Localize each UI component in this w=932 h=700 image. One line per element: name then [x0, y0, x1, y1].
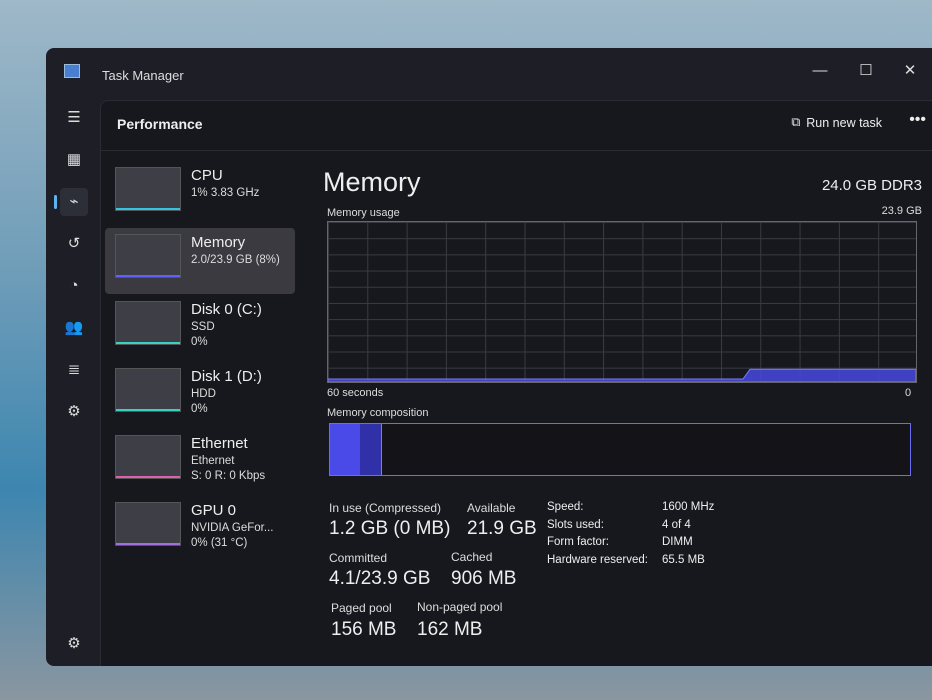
paged-pool-value: 156 MB: [331, 619, 397, 640]
window-title: Task Manager: [102, 68, 184, 83]
resource-detail: SSD: [191, 321, 215, 333]
resource-detail-2: 0%: [191, 403, 208, 415]
run-task-icon: ⧉: [791, 115, 801, 129]
resource-item-cpu[interactable]: CPU 1% 3.83 GHz: [105, 161, 295, 227]
spec-value: DIMM: [662, 536, 693, 548]
resource-item-memory[interactable]: Memory 2.0/23.9 GB (8%): [105, 228, 295, 294]
minimize-button[interactable]: —: [798, 56, 842, 86]
resource-title: Memory: [323, 167, 421, 197]
usage-label: Memory usage: [327, 207, 400, 219]
resource-detail: Ethernet: [191, 455, 235, 467]
time-axis-right: 0: [905, 387, 912, 399]
spec-label: Hardware reserved:: [547, 553, 648, 566]
committed-value: 4.1/23.9 GB: [329, 568, 431, 589]
task-manager-window: Task Manager — ☐ ✕ ☰ ▦ ⌁ ↺ ◔ 👥 ≣ ⚙ ⚙ Per…: [46, 48, 932, 666]
thumbnail-baseline: [116, 275, 180, 277]
run-new-task-label: Run new task: [806, 115, 882, 130]
memory-spec: 24.0 GB DDR3: [821, 177, 922, 194]
spec-label: Speed:: [547, 501, 584, 513]
spec-value: 4 of 4: [662, 518, 691, 531]
resource-name: GPU 0: [191, 502, 237, 519]
close-button[interactable]: ✕: [888, 56, 932, 86]
spec-value: 65.5 MB: [662, 553, 705, 566]
maximize-button[interactable]: ☐: [844, 56, 888, 86]
processes-icon[interactable]: ▦: [60, 146, 88, 174]
in-use-segment: [330, 424, 360, 475]
menu-icon[interactable]: ☰: [60, 104, 88, 132]
resource-detail-2: S: 0 R: 0 Kbps: [191, 470, 266, 482]
resource-thumbnail-graph: [115, 167, 181, 211]
resource-detail: 1% 3.83 GHz: [191, 187, 260, 199]
services-icon[interactable]: ⚙: [60, 398, 88, 426]
nav-rail: ☰ ▦ ⌁ ↺ ◔ 👥 ≣ ⚙ ⚙: [46, 100, 100, 666]
cached-value: 906 MB: [451, 568, 517, 589]
resource-detail: NVIDIA GeFor...: [191, 522, 274, 534]
thumbnail-baseline: [116, 409, 180, 411]
resource-name: Ethernet: [191, 435, 248, 452]
resource-item-disk-1-d[interactable]: Disk 1 (D:) HDD 0%: [105, 362, 295, 428]
title-bar[interactable]: Task Manager — ☐ ✕: [46, 48, 932, 100]
spec-label: Form factor:: [547, 536, 609, 548]
more-options-button[interactable]: •••: [909, 111, 926, 129]
available-label: Available: [467, 501, 516, 515]
thumbnail-baseline: [116, 543, 180, 545]
committed-label: Committed: [329, 551, 388, 565]
available-value: 21.9 GB: [467, 518, 537, 539]
spec-label: Slots used:: [547, 518, 604, 531]
usage-max: 23.9 GB: [881, 205, 922, 217]
usage-area: [328, 368, 916, 382]
resource-list: CPU 1% 3.83 GHz Memory 2.0/23.9 GB (8%) …: [105, 161, 295, 563]
resource-detail-2: 0%: [191, 336, 208, 348]
resource-detail: HDD: [191, 388, 216, 400]
thumbnail-baseline: [116, 342, 180, 344]
resource-thumbnail-graph: [115, 234, 181, 278]
thumbnail-baseline: [116, 208, 180, 210]
resource-item-gpu-0[interactable]: GPU 0 NVIDIA GeFor... 0% (31 °C): [105, 496, 295, 562]
paged-pool-label: Paged pool: [331, 601, 392, 615]
resource-thumbnail-graph: [115, 435, 181, 479]
cached-segment: [360, 424, 382, 475]
run-new-task-button[interactable]: ⧉ Run new task: [791, 115, 882, 130]
settings-icon[interactable]: ⚙: [60, 630, 88, 658]
resource-name: CPU: [191, 167, 223, 184]
memory-usage-graph: [327, 221, 917, 383]
details-icon[interactable]: ≣: [60, 356, 88, 384]
resource-thumbnail-graph: [115, 301, 181, 345]
page-header: Performance ⧉ Run new task •••: [101, 101, 932, 151]
resource-thumbnail-graph: [115, 502, 181, 546]
spec-value: 1600 MHz: [662, 501, 715, 513]
page-title: Performance: [117, 116, 203, 132]
startup-icon[interactable]: ◔: [60, 272, 88, 300]
cached-label: Cached: [451, 550, 493, 564]
memory-composition-bar[interactable]: [329, 423, 911, 476]
content-panel: Performance ⧉ Run new task ••• CPU 1% 3.8…: [100, 100, 932, 666]
resource-name: Disk 1 (D:): [191, 368, 262, 385]
task-manager-app-icon: [64, 64, 80, 78]
app-history-icon[interactable]: ↺: [60, 230, 88, 258]
in-use-value: 1.2 GB (0 MB): [329, 518, 451, 539]
memory-details: Memory 24.0 GB DDR3 Memory usage 23.9 GB…: [307, 151, 922, 666]
resource-detail: 2.0/23.9 GB (8%): [191, 254, 280, 266]
resource-item-disk-0-c[interactable]: Disk 0 (C:) SSD 0%: [105, 295, 295, 361]
resource-name: Memory: [191, 234, 246, 251]
nonpaged-pool-value: 162 MB: [417, 619, 483, 640]
in-use-label: In use (Compressed): [329, 501, 442, 515]
resource-thumbnail-graph: [115, 368, 181, 412]
performance-icon[interactable]: ⌁: [54, 188, 88, 216]
composition-label: Memory composition: [327, 407, 429, 419]
thumbnail-baseline: [116, 476, 180, 478]
resource-name: Disk 0 (C:): [191, 301, 262, 318]
nonpaged-pool-label: Non-paged pool: [417, 600, 503, 614]
users-icon[interactable]: 👥: [60, 314, 88, 342]
time-axis-left: 60 seconds: [327, 387, 384, 399]
resource-item-ethernet[interactable]: Ethernet Ethernet S: 0 R: 0 Kbps: [105, 429, 295, 495]
resource-detail-2: 0% (31 °C): [191, 537, 248, 549]
